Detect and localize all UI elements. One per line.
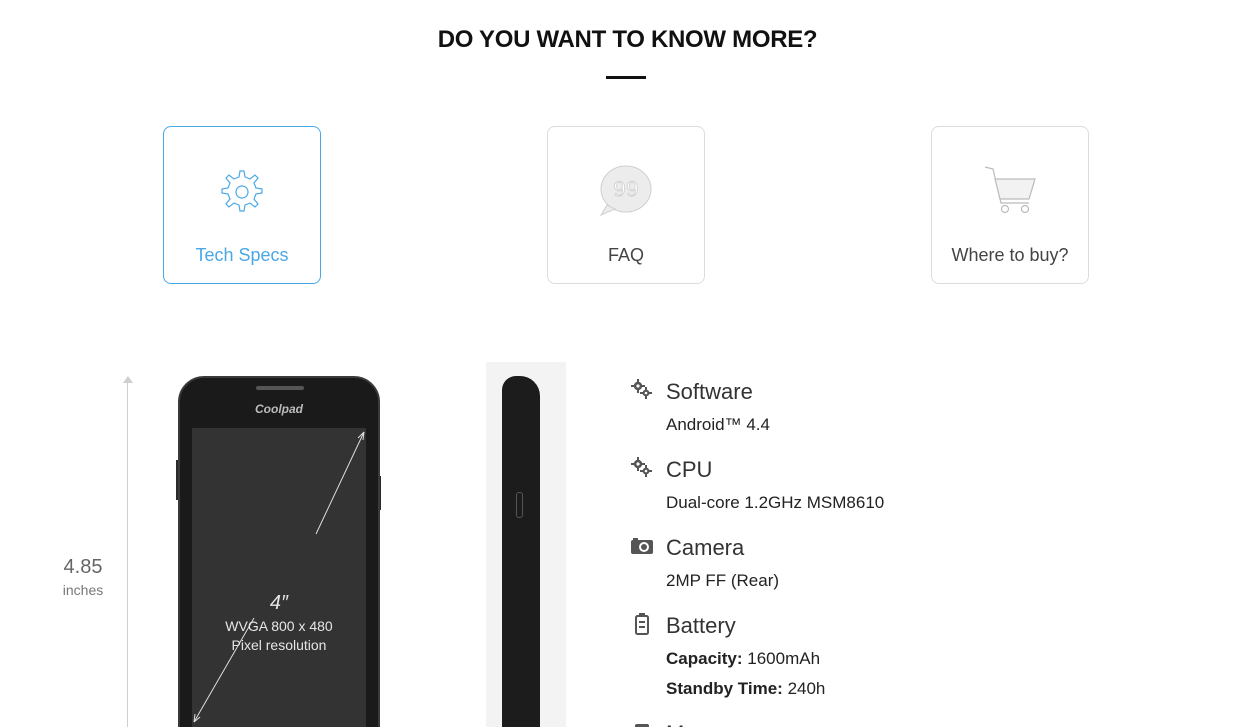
phone-side-button (516, 492, 523, 518)
spec-cpu: CPU Dual-core 1.2GHz MSM8610 (630, 456, 1190, 514)
phone-speaker (256, 386, 304, 390)
battery-icon (635, 613, 649, 635)
screen-caption: Pixel resolution (231, 637, 327, 653)
speech-bubble-icon: 99 (599, 165, 652, 217)
spec-title: CPU (666, 457, 713, 482)
phone-brand-logo: Coolpad (255, 402, 303, 416)
card-label: Where to buy? (951, 245, 1069, 265)
spec-value: Dual-core 1.2GHz MSM8610 (666, 493, 885, 512)
section-heading: DO YOU WANT TO KNOW MORE? (437, 26, 818, 53)
phone-side-image (486, 362, 566, 727)
phone-height-value: 4.85 (63, 556, 103, 578)
spec-title: Software (666, 379, 753, 404)
spec-label: Capacity: (666, 649, 743, 668)
spec-label: Standby Time: (666, 679, 783, 698)
spec-title: Battery (666, 613, 736, 638)
screen-diagonal-arrow (193, 431, 365, 723)
gears-icon (631, 457, 652, 477)
spec-title: Camera (666, 535, 745, 560)
dimension-arrow (123, 376, 133, 383)
spec-title: M (666, 720, 1190, 727)
spec-list: Software Android™ 4.4 CPU Dual-core 1.2G… (630, 378, 1190, 727)
shopping-cart-icon (984, 166, 1036, 214)
card-label: Tech Specs (195, 245, 289, 265)
camera-icon (631, 538, 653, 554)
spec-value-text: 1600mAh (747, 649, 821, 668)
battery-standby: Standby Time: 240h (666, 678, 1190, 700)
heading-divider (606, 76, 646, 79)
faq-card[interactable]: 99 FAQ (547, 126, 705, 284)
phone-screen: 4″ WVGA 800 x 480 Pixel resolution (192, 428, 366, 727)
spec-value: Android™ 4.4 (666, 415, 770, 434)
memory-icon (635, 724, 649, 727)
phone-side-body (502, 376, 540, 727)
spec-next: M (630, 720, 1190, 727)
svg-text:99: 99 (613, 177, 638, 201)
spec-software: Software Android™ 4.4 (630, 378, 1190, 436)
screen-size: 4″ (269, 592, 289, 614)
where-to-buy-card[interactable]: Where to buy? (931, 126, 1089, 284)
tech-specs-card[interactable]: Tech Specs (163, 126, 321, 284)
card-label: FAQ (607, 245, 644, 265)
battery-capacity: Capacity: 1600mAh (666, 648, 1190, 670)
spec-battery: Battery Capacity: 1600mAh Standby Time: … (630, 612, 1190, 700)
spec-value: 2MP FF (Rear) (666, 571, 780, 590)
screen-resolution: WVGA 800 x 480 (225, 618, 333, 634)
spec-camera: Camera 2MP FF (Rear) (630, 534, 1190, 592)
phone-height-unit: inches (62, 582, 104, 598)
gear-icon (221, 170, 263, 212)
spec-value-text: 240h (787, 679, 826, 698)
gears-icon (631, 379, 652, 399)
dimension-line (127, 378, 128, 727)
phone-front-image: Coolpad 4″ WVGA 800 x 480 Pixel resoluti… (178, 376, 380, 727)
